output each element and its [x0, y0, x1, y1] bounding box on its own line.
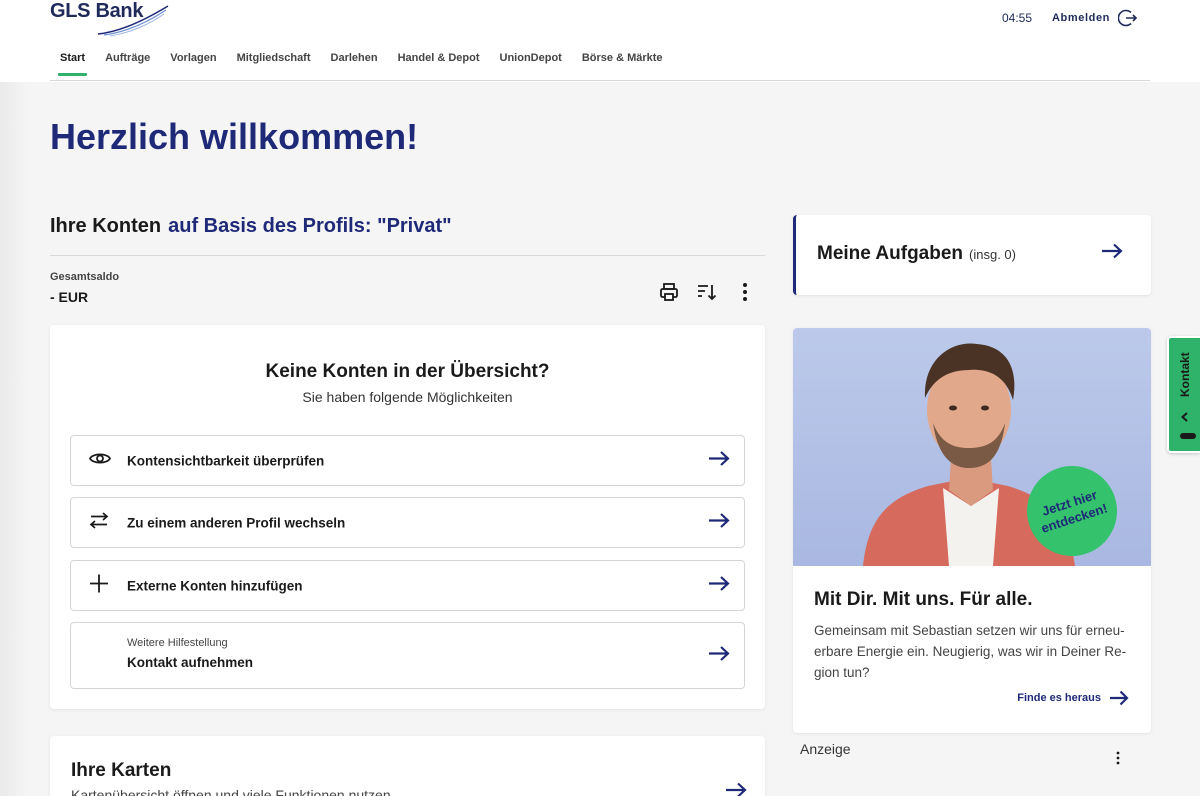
help-caption: Weitere Hilfestellung [127, 637, 228, 649]
promo-text: Gemeinsam mit Sebastian setzen wir uns f… [814, 623, 1127, 680]
empty-subtitle: Sie haben folgende Möglichkeiten [302, 389, 513, 405]
sort-icon[interactable] [696, 281, 718, 303]
logout-button[interactable]: Abmelden [1052, 8, 1138, 28]
contact-side-tab[interactable]: Kontakt [1167, 336, 1200, 453]
gls-bank-logo[interactable]: GLS Bank [50, 0, 169, 37]
cards-subtitle: Kartenübersicht öffnen und viele Funktio… [71, 787, 391, 796]
nav-auftraege[interactable]: Aufträge [95, 46, 160, 76]
tasks-title-row: Meine Aufgaben (insg. 0) [817, 243, 1016, 265]
plus-icon [89, 573, 109, 598]
option-label: Zu einem anderen Profil wechseln [127, 515, 346, 530]
promo-link[interactable]: Finde es heraus [1017, 690, 1129, 706]
arrow-right-icon [725, 782, 747, 796]
more-options-icon[interactable] [734, 281, 756, 303]
ad-menu-icon[interactable] [1115, 751, 1121, 770]
nav-handel-depot[interactable]: Handel & Depot [388, 46, 490, 76]
tasks-count: (insg. 0) [969, 247, 1016, 262]
promo-link-label: Finde es heraus [1017, 692, 1101, 704]
account-tools [658, 281, 756, 303]
accounts-title: Ihre Konten [50, 215, 162, 237]
logout-icon [1118, 9, 1138, 27]
header-actions: 04:55 Abmelden [1002, 8, 1138, 28]
nav-mitgliedschaft[interactable]: Mitgliedschaft [227, 46, 321, 76]
arrow-right-icon [1110, 690, 1129, 706]
tasks-card[interactable]: Meine Aufgaben (insg. 0) [793, 215, 1151, 295]
arrow-right-icon [1101, 243, 1123, 264]
nav-vorlagen[interactable]: Vorlagen [160, 46, 226, 76]
option-account-visibility[interactable]: Kontensichtbarkeit überprüfen [70, 435, 745, 486]
contact-label: Kontakt aufnehmen [127, 655, 254, 670]
logo-swoosh-icon [97, 5, 169, 37]
ad-label: Anzeige [800, 741, 851, 757]
nav-darlehen[interactable]: Darlehen [321, 46, 388, 76]
total-balance-value: - EUR [50, 289, 89, 305]
option-contact[interactable]: Weitere Hilfestellung Kontakt aufnehmen [70, 622, 745, 689]
main-navigation: Start Aufträge Vorlagen Mitgliedschaft D… [50, 46, 673, 81]
empty-title: Keine Konten in der Übersicht? [265, 361, 550, 382]
arrow-right-icon [708, 645, 730, 666]
arrow-right-icon [708, 450, 730, 471]
promo-title: Mit Dir. Mit uns. Für alle. [814, 589, 1033, 610]
nav-start[interactable]: Start [50, 46, 95, 76]
page-title: Herzlich willkommen! [50, 116, 419, 157]
logout-label: Abmelden [1052, 12, 1110, 24]
arrow-right-icon [708, 512, 730, 533]
contact-tab-label: Kontakt [1178, 352, 1192, 398]
option-label: Kontensichtbarkeit überprüfen [127, 453, 325, 468]
promo-card: Jetzt hier entdecken! Mit Dir. Mit uns. … [793, 328, 1151, 733]
eye-icon [88, 450, 112, 471]
nav-boerse-maerkte[interactable]: Börse & Märkte [572, 46, 673, 76]
cards-section[interactable]: Ihre Karten Kartenübersicht öffnen und v… [50, 736, 765, 796]
page-shade [0, 82, 28, 796]
discover-badge-text: Jetzt hier entdecken! [1039, 486, 1110, 536]
accounts-heading: Ihre Konten auf Basis des Profils: "Priv… [50, 215, 452, 238]
total-balance-label: Gesamtsaldo [50, 271, 120, 283]
contact-tab-bar [1180, 433, 1196, 439]
nav-divider [50, 80, 1150, 81]
session-timer: 04:55 [1001, 11, 1033, 25]
option-label: Externe Konten hinzufügen [127, 578, 303, 593]
cards-title: Ihre Karten [71, 760, 172, 781]
accounts-profile: auf Basis des Profils: "Privat" [168, 215, 452, 237]
chevron-left-icon [1179, 410, 1191, 428]
print-icon[interactable] [658, 281, 680, 303]
nav-uniondepot[interactable]: UnionDepot [490, 46, 572, 76]
option-switch-profile[interactable]: Zu einem anderen Profil wechseln [70, 497, 745, 548]
tasks-title: Meine Aufgaben [817, 243, 964, 264]
no-accounts-card: Keine Konten in der Übersicht? Sie haben… [50, 325, 765, 709]
promo-image[interactable]: Jetzt hier entdecken! [793, 328, 1151, 566]
swap-icon [89, 511, 109, 534]
header: GLS Bank 04:55 Abmelden Start Aufträge V… [0, 0, 1200, 82]
accounts-divider [50, 255, 765, 256]
option-add-external-accounts[interactable]: Externe Konten hinzufügen [70, 560, 745, 611]
arrow-right-icon [708, 575, 730, 596]
